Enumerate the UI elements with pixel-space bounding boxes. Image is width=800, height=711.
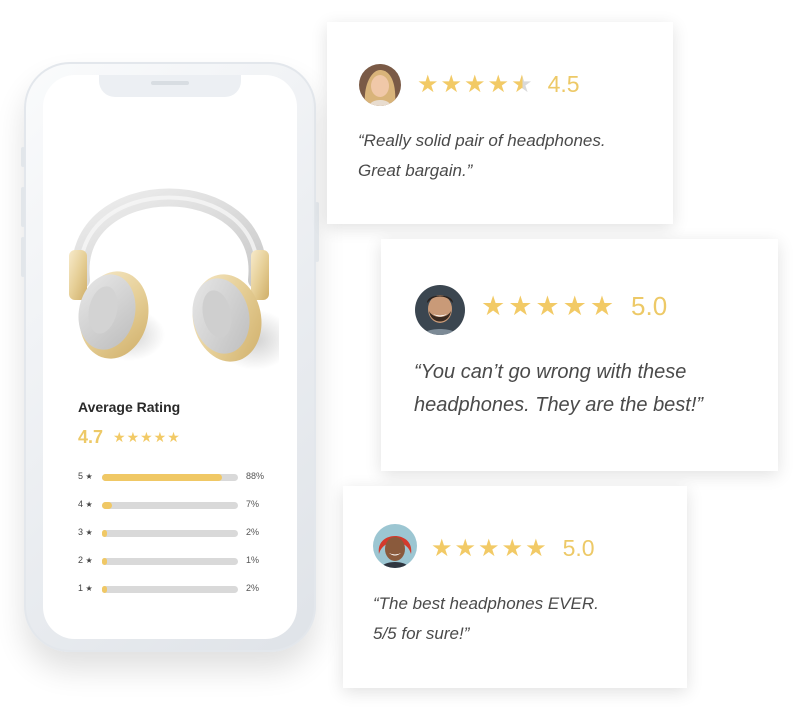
average-rating-value: 4.7 <box>78 427 104 447</box>
rating-row-label: 3 ★ <box>78 527 93 537</box>
rating-bar-fill <box>102 586 108 593</box>
rating-percent: 88% <box>246 471 265 481</box>
phone-screen: Average Rating 4.7 ★★★★★ 5 ★ 88% 4 ★ 7% … <box>43 75 297 639</box>
phone-speaker <box>151 81 189 85</box>
half-star-icon: ★ <box>511 71 534 98</box>
headphones-image <box>69 188 279 370</box>
rating-bar <box>102 474 238 481</box>
review-rating-value: 5.0 <box>562 535 595 561</box>
review-rating-value: 5.0 <box>631 291 668 321</box>
rating-percent: 7% <box>246 499 260 509</box>
average-rating-row: 4.7 ★★★★★ <box>78 427 181 448</box>
rating-row-4: 4 ★ 7% <box>78 499 278 527</box>
rating-row-label: 1 ★ <box>78 583 93 593</box>
review-card: ★★★★★ 5.0 “You can’t go wrong with these… <box>381 239 778 471</box>
rating-bar-fill <box>102 530 108 537</box>
review-quote: “The best headphones EVER. 5/5 for sure!… <box>373 594 599 643</box>
review-quote: “Really solid pair of headphones. Great … <box>358 131 606 180</box>
avatar-woman-blonde <box>359 64 401 106</box>
avatar-woman-red-hair <box>373 524 417 568</box>
phone-mockup: Average Rating 4.7 ★★★★★ 5 ★ 88% 4 ★ 7% … <box>21 62 319 652</box>
phone-notch <box>99 75 241 97</box>
rating-percent: 1% <box>246 555 260 565</box>
review-rating: ★★★★★ 5.0 <box>431 534 595 563</box>
rating-row-label: 4 ★ <box>78 499 93 509</box>
review-stars: ★★★★★ <box>431 535 549 562</box>
star-icon: ★ <box>85 528 93 537</box>
star-icon: ★ <box>85 556 93 565</box>
review-rating-value: 4.5 <box>547 71 580 97</box>
average-rating-title: Average Rating <box>78 399 181 415</box>
rating-row-label: 5 ★ <box>78 471 93 481</box>
rating-breakdown: 5 ★ 88% 4 ★ 7% 3 ★ 2% 2 ★ 1% 1 ★ 2% <box>78 471 278 611</box>
star-icon: ★ <box>85 472 93 481</box>
rating-bar <box>102 530 238 537</box>
review-rating: ★★★★ ★ 4.5 <box>417 70 580 99</box>
review-card: ★★★★★ 5.0 “The best headphones EVER. 5/5… <box>343 486 687 688</box>
rating-bar <box>102 558 238 565</box>
review-card: ★★★★ ★ 4.5 “Really solid pair of headphon… <box>327 22 673 224</box>
rating-bar <box>102 502 238 509</box>
star-icon: ★ <box>85 584 93 593</box>
rating-bar-fill <box>102 474 222 481</box>
rating-row-2: 2 ★ 1% <box>78 555 278 583</box>
review-stars: ★★★★ <box>417 71 512 98</box>
review-quote: “You can’t go wrong with these headphone… <box>414 361 704 416</box>
phone-power-button <box>315 202 319 262</box>
rating-row-3: 3 ★ 2% <box>78 527 278 555</box>
rating-bar-fill <box>102 558 108 565</box>
rating-percent: 2% <box>246 527 260 537</box>
rating-row-label: 2 ★ <box>78 555 93 565</box>
rating-percent: 2% <box>246 583 260 593</box>
phone-volume-up-button <box>21 187 25 227</box>
review-stars: ★★★★★ <box>481 291 618 321</box>
phone-volume-down-button <box>21 237 25 277</box>
star-icon: ★ <box>85 500 93 509</box>
rating-bar <box>102 586 238 593</box>
phone-side-button <box>21 147 25 167</box>
rating-bar-fill <box>102 502 112 509</box>
average-rating-stars: ★★★★★ <box>113 429 181 445</box>
rating-row-5: 5 ★ 88% <box>78 471 278 499</box>
review-rating: ★★★★★ 5.0 <box>481 291 667 322</box>
rating-row-1: 1 ★ 2% <box>78 583 278 611</box>
avatar-man-bearded <box>415 285 465 335</box>
